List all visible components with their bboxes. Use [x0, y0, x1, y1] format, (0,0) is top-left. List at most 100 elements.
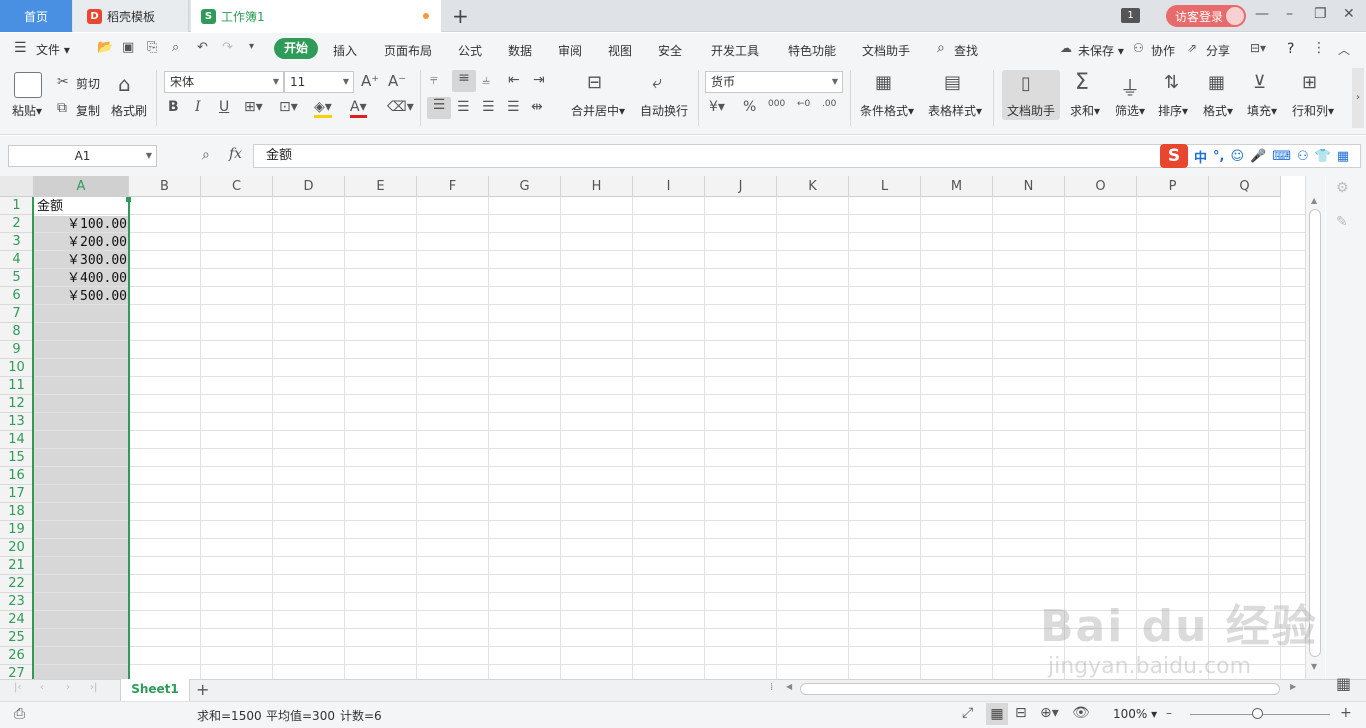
row-header-16[interactable]: 16 — [0, 467, 34, 485]
column-header-k[interactable]: K — [777, 176, 849, 197]
row-header-8[interactable]: 8 — [0, 323, 34, 341]
redo-icon[interactable]: ↷ — [222, 40, 233, 55]
minimize-compact-icon[interactable]: — — [1255, 6, 1269, 22]
toolbox-icon[interactable]: ▦ — [1337, 149, 1349, 164]
normal-view-icon[interactable]: ▦ — [986, 703, 1008, 725]
microphone-icon[interactable]: 🎤 — [1250, 149, 1266, 164]
paste-icon[interactable] — [14, 72, 42, 98]
scroll-left-icon[interactable]: ◀ — [786, 682, 792, 691]
row-header-13[interactable]: 13 — [0, 413, 34, 431]
sort-icon[interactable]: ⇅ — [1164, 72, 1179, 93]
column-header-g[interactable]: G — [489, 176, 561, 197]
column-header-p[interactable]: P — [1137, 176, 1209, 197]
close-icon[interactable]: ✕ — [1343, 6, 1355, 22]
bold-icon[interactable]: B — [168, 99, 179, 115]
paste-button[interactable]: 粘贴▾ — [12, 102, 42, 119]
restore-icon[interactable]: ❐ — [1314, 6, 1327, 22]
align-right-icon[interactable]: ☰ — [482, 99, 495, 115]
wrap-text-icon[interactable]: ⤶ — [652, 72, 662, 93]
new-tab-button[interactable]: + — [452, 4, 469, 28]
filter-icon[interactable]: ⏚ — [1120, 72, 1140, 101]
row-header-21[interactable]: 21 — [0, 557, 34, 575]
increase-decimal-icon[interactable]: ←0 — [797, 99, 810, 109]
decrease-decimal-icon[interactable]: .00 — [822, 99, 836, 109]
row-header-17[interactable]: 17 — [0, 485, 34, 503]
menu-page-layout[interactable]: 页面布局 — [384, 42, 432, 59]
menu-doc-assistant[interactable]: 文档助手 — [862, 42, 910, 59]
menu-review[interactable]: 审阅 — [558, 42, 582, 59]
cell-a3[interactable]: ￥200.00 — [34, 234, 127, 252]
column-header-f[interactable]: F — [417, 176, 489, 197]
increase-font-icon[interactable]: A⁺ — [361, 72, 379, 90]
zoom-level[interactable]: 100% ▾ — [1113, 707, 1157, 721]
sum-icon[interactable]: Σ — [1075, 70, 1089, 95]
status-count[interactable]: 计数=6 — [340, 707, 382, 724]
column-header-j[interactable]: J — [705, 176, 777, 197]
customize-toolbar-icon[interactable]: ▾ — [249, 41, 254, 52]
zoom-in-icon[interactable]: + — [1340, 705, 1352, 721]
row-header-12[interactable]: 12 — [0, 395, 34, 413]
table-style-icon[interactable]: ▤ — [944, 72, 961, 93]
cell-a1[interactable]: 金额 — [34, 198, 127, 216]
ribbon-scroll-right-icon[interactable]: › — [1352, 68, 1364, 128]
column-header-n[interactable]: N — [993, 176, 1065, 197]
fullscreen-icon[interactable]: ⤢ — [962, 705, 973, 721]
status-sum[interactable]: 求和=1500 — [197, 707, 262, 724]
sort-button[interactable]: 排序▾ — [1158, 102, 1188, 119]
sum-button[interactable]: 求和▾ — [1070, 102, 1100, 119]
user-icon[interactable]: ⚇ — [1297, 149, 1309, 164]
emoji-icon[interactable]: ☺ — [1230, 149, 1244, 164]
open-icon[interactable]: 📂 — [97, 40, 113, 55]
macro-record-icon[interactable]: ⎙ — [14, 706, 25, 722]
print-preview-icon[interactable]: ⌕ — [172, 40, 179, 55]
menu-formulas[interactable]: 公式 — [458, 42, 482, 59]
ime-chinese-mode[interactable]: 中 — [1194, 147, 1207, 166]
row-header-9[interactable]: 9 — [0, 341, 34, 359]
align-middle-icon[interactable]: ≡ — [452, 70, 476, 92]
fill-icon[interactable]: ⊻ — [1253, 72, 1266, 93]
row-header-19[interactable]: 19 — [0, 521, 34, 539]
window-count-badge[interactable]: 1 — [1121, 8, 1140, 23]
search-icon[interactable]: ⌕ — [937, 40, 945, 56]
row-header-22[interactable]: 22 — [0, 575, 34, 593]
prev-sheet-icon[interactable]: ‹ — [40, 682, 44, 693]
merge-center-icon[interactable]: ⊟ — [587, 72, 602, 93]
cell-a6[interactable]: ￥500.00 — [34, 288, 127, 306]
distributed-icon[interactable]: ⇹ — [531, 99, 543, 115]
eye-protection-icon[interactable]: 👁 — [1072, 705, 1090, 721]
row-header-18[interactable]: 18 — [0, 503, 34, 521]
menu-find[interactable]: 查找 — [954, 42, 978, 59]
toolbar-settings-icon[interactable]: ⊟▾ — [1250, 41, 1266, 55]
minimize-icon[interactable]: – — [1286, 6, 1293, 22]
sheet-tab-sheet1[interactable]: Sheet1 — [120, 679, 190, 701]
decrease-indent-icon[interactable]: ⇤ — [508, 72, 520, 88]
unsaved-button[interactable]: 未保存 ▾ — [1078, 42, 1124, 59]
punctuation-icon[interactable]: °, — [1213, 149, 1224, 164]
next-sheet-icon[interactable]: › — [66, 682, 70, 693]
decrease-font-icon[interactable]: A⁻ — [388, 72, 406, 90]
menu-file[interactable]: 文件 ▾ — [36, 41, 70, 58]
format-painter-icon[interactable]: ⌂ — [118, 72, 131, 96]
guest-login-button[interactable]: 访客登录 — [1166, 5, 1246, 27]
format-painter-button[interactable]: 格式刷 — [111, 102, 147, 119]
fill-button[interactable]: 填充▾ — [1247, 102, 1277, 119]
fx-icon[interactable]: fx — [229, 146, 242, 162]
wrap-text-button[interactable]: 自动换行 — [640, 102, 688, 119]
cell-a2[interactable]: ￥100.00 — [34, 216, 127, 234]
menu-start[interactable]: 开始 — [274, 38, 318, 59]
cut-button[interactable]: 剪切 — [76, 75, 100, 92]
row-header-23[interactable]: 23 — [0, 593, 34, 611]
row-header-10[interactable]: 10 — [0, 359, 34, 377]
add-sheet-button[interactable]: + — [196, 680, 209, 699]
fill-color-icon[interactable]: ◈▾ — [314, 99, 332, 118]
borders-icon[interactable]: ⊞▾ — [244, 99, 263, 115]
row-header-25[interactable]: 25 — [0, 629, 34, 647]
row-header-14[interactable]: 14 — [0, 431, 34, 449]
copy-button[interactable]: 复制 — [76, 102, 100, 119]
column-header-h[interactable]: H — [561, 176, 633, 197]
skin-icon[interactable]: 👕 — [1315, 149, 1331, 164]
row-header-2[interactable]: 2 — [0, 215, 34, 233]
tab-home[interactable]: 首页 — [0, 0, 72, 32]
zoom-slider-handle[interactable] — [1252, 708, 1263, 719]
collapse-ribbon-icon[interactable]: ︿ — [1338, 41, 1350, 58]
